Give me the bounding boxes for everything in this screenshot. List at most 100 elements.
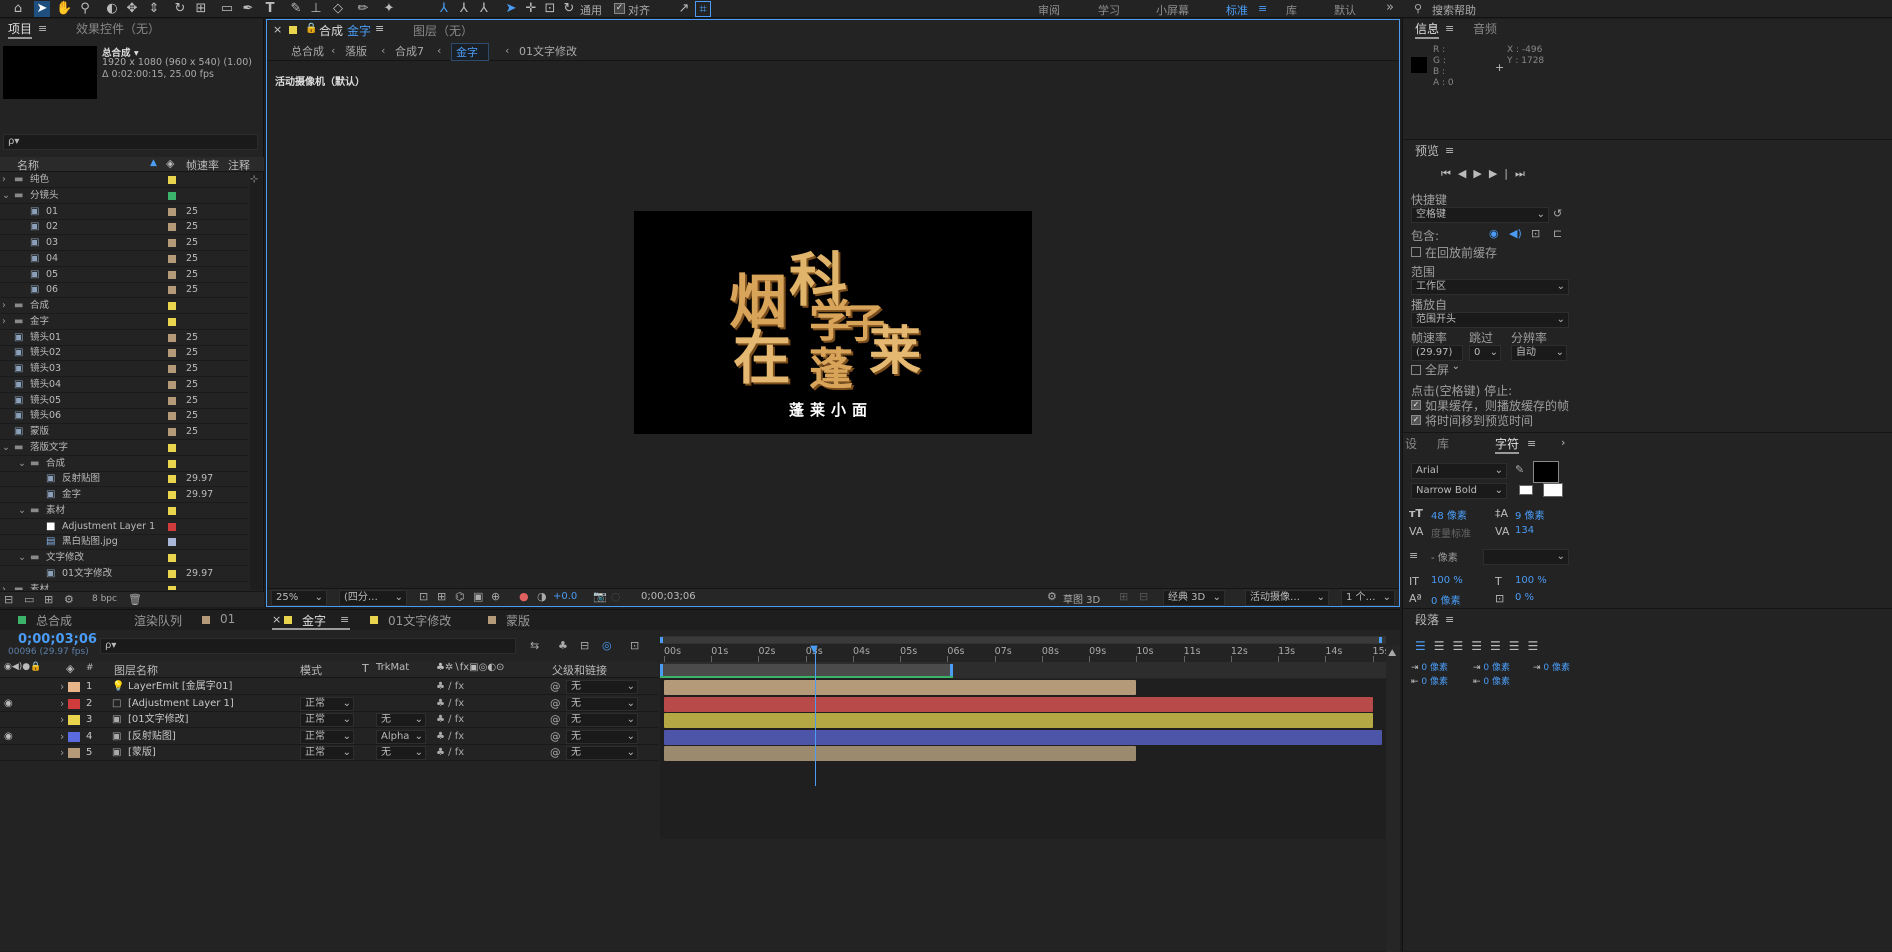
tab-library[interactable]: 库 (1437, 434, 1449, 454)
project-item[interactable]: ▣ 镜头01 25 (0, 330, 248, 346)
3d-move-icon[interactable]: ✛ (523, 1, 539, 17)
layer-trkmat-select[interactable]: 无 ⌄ (376, 713, 426, 727)
layer-mode-select[interactable]: 正常 ⌄ (300, 729, 354, 744)
layer-switches[interactable]: ♣ ∕ fx (436, 745, 464, 761)
layer-name[interactable]: [01文字修改] (128, 712, 189, 728)
stop-opt2-checkbox[interactable]: ✓ (1411, 415, 1421, 425)
snapshot-icon[interactable]: 📷 (593, 590, 607, 603)
close-tab-icon[interactable]: × (273, 23, 282, 36)
col-fps[interactable]: 帧速率 (186, 157, 219, 173)
playfrom-select[interactable]: 范围开头 ⌄ (1411, 312, 1569, 328)
project-item[interactable]: ▣ 02 25 (0, 219, 248, 236)
layer-parent-select[interactable]: 无 ⌄ (566, 746, 638, 760)
viewer-timecode[interactable]: 0;00;03;06 (641, 591, 696, 602)
show-snapshot-icon[interactable]: ◌ (611, 590, 621, 603)
tab-character[interactable]: 字符 (1495, 434, 1520, 454)
fps-select[interactable]: (29.97) ⌄ (1411, 345, 1463, 372)
eraser-tool-icon[interactable]: ◇ (330, 1, 346, 17)
dolly-tool-icon[interactable]: ⇕ (146, 1, 162, 17)
expand-arrow-icon[interactable]: ⌄ (18, 503, 26, 518)
project-item[interactable]: ▣ 06 25 (0, 282, 248, 299)
draft3d-label[interactable]: 草图 3D (1063, 591, 1100, 606)
project-item[interactable]: › ▬ 纯色 (0, 172, 248, 188)
col-trkmat[interactable]: TrkMat (376, 662, 409, 673)
comp-tab-menu-icon[interactable]: ≡ (375, 22, 384, 35)
label-swatch[interactable] (168, 459, 176, 468)
timeline-menu-icon[interactable]: ≡ (340, 613, 349, 626)
draft3d-toggle-icon[interactable]: ♣ (558, 639, 568, 652)
label-column-icon[interactable]: ◈ (166, 157, 174, 170)
work-area-bar[interactable] (660, 662, 1386, 678)
pickwhip-icon[interactable]: @ (550, 712, 561, 728)
project-item[interactable]: ⌄ ▬ 落版文字 (0, 440, 248, 456)
label-swatch[interactable] (168, 554, 176, 562)
project-item[interactable]: › ▬ 素材 (0, 582, 248, 590)
workspace-menu-icon[interactable]: ≡ (1258, 2, 1267, 15)
layer-parent-select[interactable]: 无 ⌄ (566, 729, 638, 744)
label-swatch[interactable] (168, 396, 176, 405)
close-tab-icon[interactable]: × (272, 613, 281, 626)
layer-mode-select[interactable]: 正常 ⌄ (300, 713, 354, 727)
anchor-tool-icon[interactable]: ⊞ (193, 1, 209, 17)
label-swatch[interactable] (168, 207, 176, 216)
reset-icon[interactable]: ↺ (1553, 207, 1562, 220)
comp-tab-name[interactable]: 金字 (347, 22, 371, 39)
project-item[interactable]: ⌄ ▬ 分镜头 (0, 188, 248, 204)
stop-opt1-checkbox[interactable]: ✓ (1411, 400, 1421, 410)
more-icon[interactable]: › (1561, 436, 1565, 449)
puppet-tool-icon[interactable]: ✦ (381, 1, 397, 17)
timeline-tab[interactable]: 01 (220, 612, 235, 626)
tsume-value[interactable]: 0 % (1515, 592, 1534, 603)
layer-duration-bar[interactable] (664, 680, 1137, 695)
fullscreen-checkbox[interactable] (1411, 365, 1421, 375)
workspace-5[interactable]: 默认 (1334, 2, 1356, 18)
layer-row[interactable]: › 1 💡 LayerEmit [金属字01] ♣ ∕ fx @ 无 ⌄ (0, 679, 658, 695)
col-mode[interactable]: 模式 (300, 662, 322, 678)
timeline-tab[interactable]: 渲染队列 (134, 612, 182, 629)
character-menu-icon[interactable]: ≡ (1527, 437, 1536, 450)
label-swatch[interactable] (168, 538, 176, 547)
label-swatch[interactable] (168, 380, 176, 389)
workspace-2[interactable]: 小屏幕 (1156, 2, 1189, 18)
expand-arrow-icon[interactable]: › (2, 314, 6, 329)
preview-menu-icon[interactable]: ≡ (1445, 144, 1454, 157)
extended-viewer-icon[interactable]: ⊞ (1119, 590, 1128, 603)
comp-mini-flowchart-icon[interactable]: ⇆ (530, 639, 539, 652)
eye-icon[interactable]: ◉ (4, 729, 13, 745)
tab-settings[interactable]: 设 (1405, 434, 1417, 454)
col-name[interactable]: 名称 (17, 157, 39, 173)
expand-arrow-icon[interactable]: › (2, 172, 6, 187)
breadcrumb-item[interactable]: 落版 (345, 43, 367, 59)
project-item[interactable]: ▣ 镜头06 25 (0, 408, 248, 425)
expand-arrow-icon[interactable]: › (60, 696, 64, 712)
zoom-select[interactable]: 25% ⌄ (271, 590, 327, 606)
delete-icon[interactable]: 🗑 (128, 593, 142, 606)
tracking-value[interactable]: 134 (1515, 525, 1534, 536)
layer-mode-select[interactable]: 正常 ⌄ (300, 746, 354, 760)
graph-editor-icon[interactable]: ⊡ (630, 639, 639, 652)
layer-switches[interactable]: ♣ ∕ fx (436, 679, 464, 695)
new-comp-icon[interactable]: ⊞ (44, 593, 53, 606)
project-item[interactable]: ▤ 黑白贴图.jpg (0, 534, 248, 551)
new-folder-icon[interactable]: ▭ (24, 593, 34, 606)
zoom-tool-icon[interactable]: ⚲ (77, 1, 93, 17)
tab-effect-controls[interactable]: 效果控件（无） (76, 19, 160, 39)
shortcut-select[interactable]: 空格键 ⌄ (1411, 207, 1549, 223)
hscale-value[interactable]: 100 % (1515, 575, 1547, 586)
safe-margins-icon[interactable]: ⊕ (491, 590, 500, 603)
label-swatch[interactable] (168, 585, 176, 590)
stroke-color-swatch[interactable] (1543, 483, 1563, 497)
layer-trkmat-select[interactable]: Alpha ⌄ (376, 729, 426, 744)
include-overlays-icon[interactable]: ⊡ (1531, 227, 1540, 240)
stroke-width-value[interactable]: - 像素 (1431, 549, 1458, 564)
layer-switches[interactable]: ♣ ∕ fx (436, 729, 464, 745)
label-swatch[interactable] (168, 475, 176, 484)
paragraph-menu-icon[interactable]: ≡ (1445, 613, 1454, 626)
camera-select[interactable]: 活动摄像… ⌄ (1245, 590, 1329, 606)
stroke-style-select[interactable]: ⌄ (1483, 549, 1569, 565)
baseline-value[interactable]: 0 像素 (1431, 592, 1461, 607)
layer-parent-select[interactable]: 无 ⌄ (566, 680, 638, 694)
label-swatch[interactable] (168, 349, 176, 358)
project-item[interactable]: ▣ 04 25 (0, 251, 248, 267)
timeline-tab[interactable]: 金字 (302, 612, 326, 629)
